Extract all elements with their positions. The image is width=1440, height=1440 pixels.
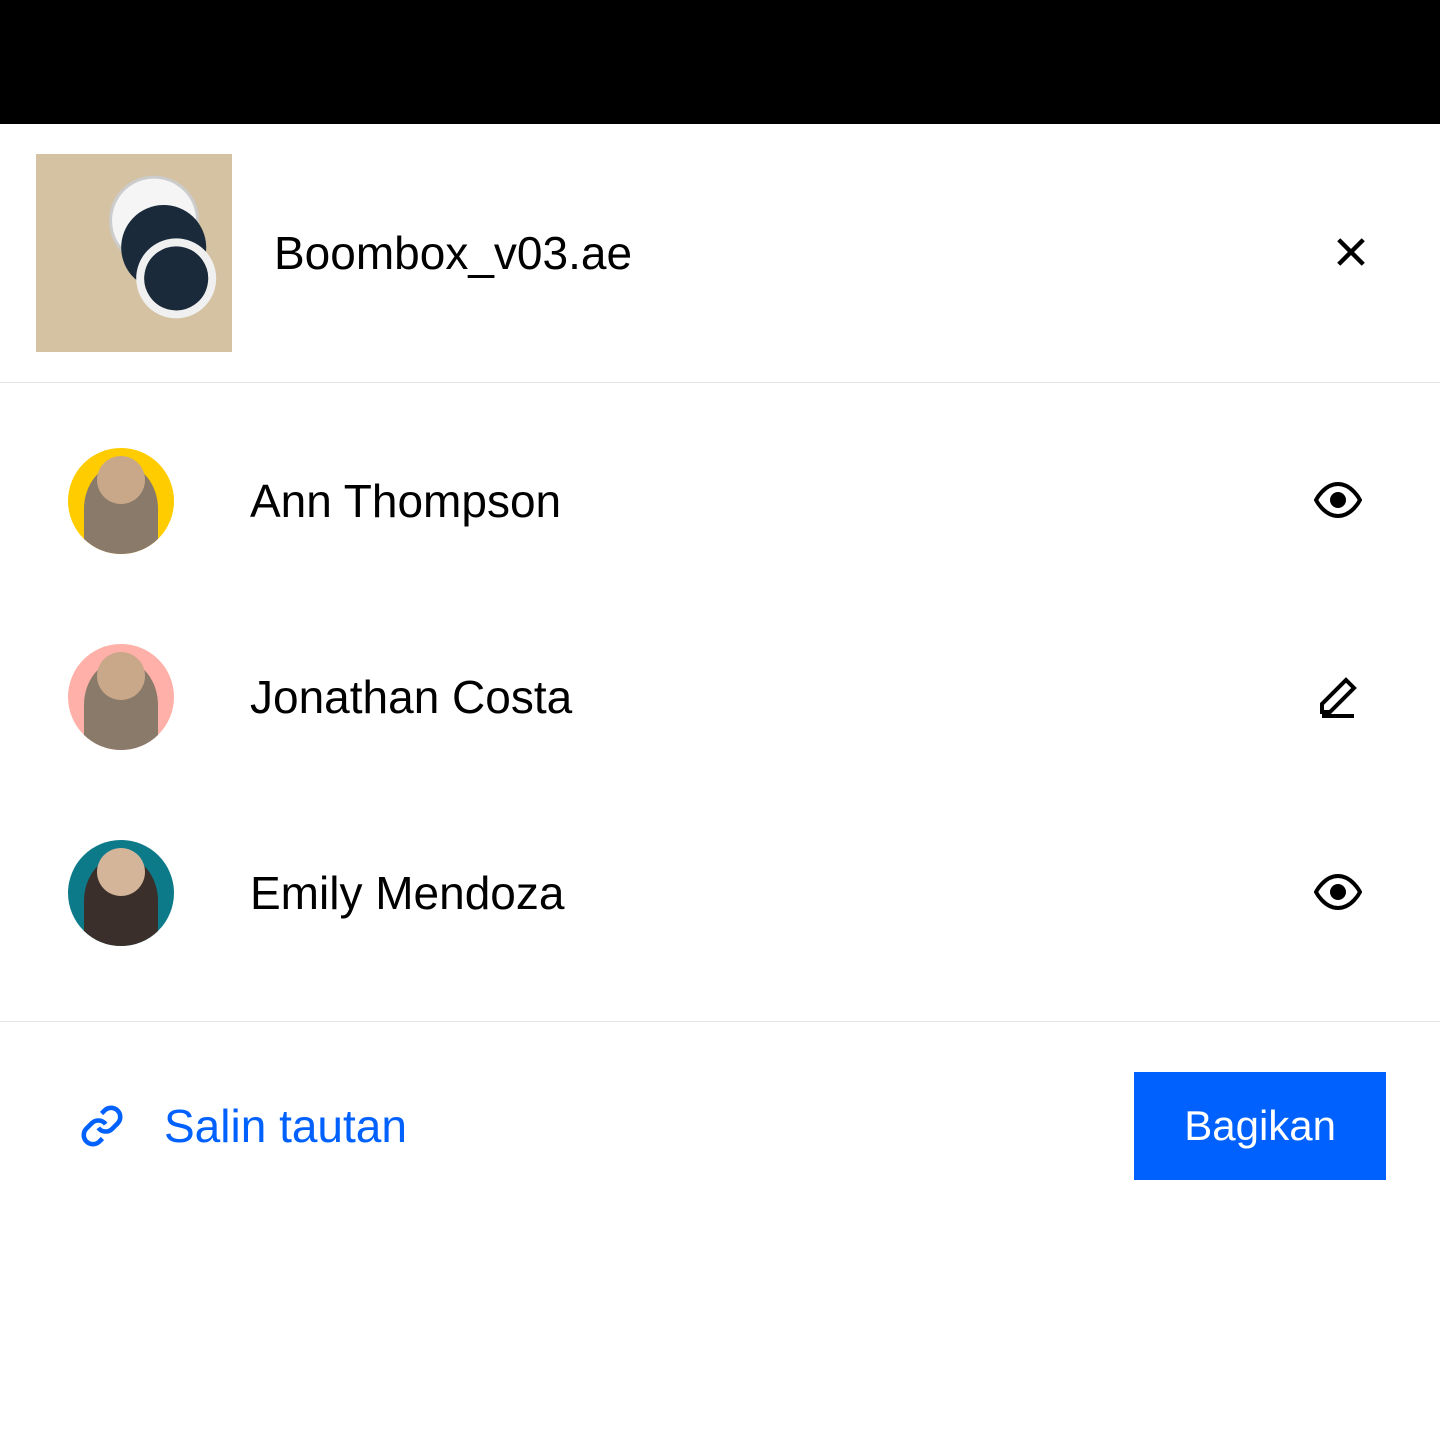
- eye-icon: [1314, 868, 1362, 916]
- avatar: [68, 448, 174, 554]
- top-bar: [0, 0, 1440, 124]
- file-thumbnail: [36, 154, 232, 352]
- permission-view-button[interactable]: [1306, 860, 1370, 927]
- share-dialog-footer: Salin tautan Bagikan: [0, 1021, 1440, 1230]
- user-row: Jonathan Costa: [0, 599, 1440, 795]
- pencil-icon: [1314, 672, 1362, 720]
- permission-view-button[interactable]: [1306, 468, 1370, 535]
- user-name: Ann Thompson: [250, 474, 1306, 528]
- copy-link-label: Salin tautan: [164, 1099, 407, 1153]
- avatar: [68, 644, 174, 750]
- eye-icon: [1314, 476, 1362, 524]
- user-row: Ann Thompson: [0, 403, 1440, 599]
- user-name: Jonathan Costa: [250, 670, 1306, 724]
- permission-edit-button[interactable]: [1306, 664, 1370, 731]
- user-list: Ann Thompson Jonathan Costa Emily Mendoz…: [0, 383, 1440, 1011]
- link-icon: [80, 1104, 124, 1148]
- file-name: Boombox_v03.ae: [274, 226, 1318, 280]
- avatar: [68, 840, 174, 946]
- share-button[interactable]: Bagikan: [1134, 1072, 1386, 1180]
- share-dialog-header: Boombox_v03.ae: [0, 124, 1440, 383]
- close-icon: [1330, 231, 1372, 273]
- user-row: Emily Mendoza: [0, 795, 1440, 991]
- copy-link-button[interactable]: Salin tautan: [80, 1099, 407, 1153]
- user-name: Emily Mendoza: [250, 866, 1306, 920]
- close-button[interactable]: [1318, 219, 1384, 288]
